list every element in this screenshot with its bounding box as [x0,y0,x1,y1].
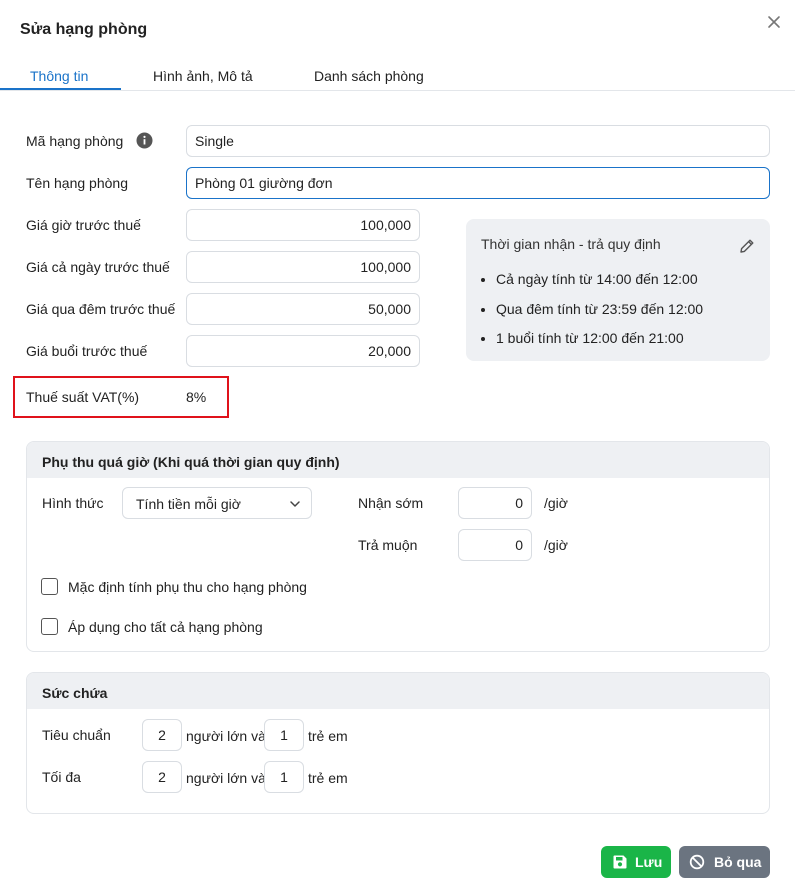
method-select[interactable]: Tính tiền mỗi giờ [122,487,312,519]
tab-room-list[interactable]: Danh sách phòng [314,68,424,84]
daily-price-input[interactable] [186,251,420,283]
room-name-input[interactable] [186,167,770,199]
daily-price-label: Giá cả ngày trước thuế [26,259,170,275]
tab-images-description[interactable]: Hình ảnh, Mô tả [153,68,253,84]
vat-value: 8% [186,389,207,405]
children-text: trẻ em [308,728,348,744]
pencil-icon[interactable] [738,237,756,255]
late-checkout-label: Trả muộn [358,537,418,553]
tab-bar: Thông tin Hình ảnh, Mô tả Danh sách phòn… [0,58,795,91]
hourly-price-label: Giá giờ trước thuế [26,217,141,233]
apply-all-checkbox[interactable] [41,618,58,635]
info-icon[interactable] [136,132,153,149]
rule-item: 1 buổi tính từ 12:00 đến 21:00 [496,329,703,359]
overnight-price-label: Giá qua đêm trước thuế [26,301,176,317]
apply-all-label: Áp dụng cho tất cả hạng phòng [68,619,263,635]
adults-text: người lớn và [186,728,266,744]
room-code-input[interactable] [186,125,770,157]
hourly-price-input[interactable] [186,209,420,241]
save-button-label: Lưu [635,854,663,870]
early-checkin-input[interactable] [458,487,532,519]
capacity-section: Sức chứa [26,672,770,814]
method-selected-value: Tính tiền mỗi giờ [136,496,241,512]
rules-list: Cả ngày tính từ 14:00 đến 12:00 Qua đêm … [496,270,703,359]
default-surcharge-label: Mặc định tính phụ thu cho hạng phòng [68,579,307,595]
default-surcharge-checkbox[interactable] [41,578,58,595]
checkin-checkout-rules-panel: Thời gian nhận - trả quy định Cả ngày tí… [466,219,770,361]
session-price-label: Giá buổi trước thuế [26,343,148,359]
standard-children-input[interactable] [264,719,304,751]
max-adults-input[interactable] [142,761,182,793]
early-unit: /giờ [544,495,568,511]
rule-item: Qua đêm tính từ 23:59 đến 12:00 [496,300,703,330]
save-button[interactable]: Lưu [601,846,671,878]
early-checkin-label: Nhận sớm [358,495,424,511]
dialog-title: Sửa hạng phòng [20,21,148,38]
method-label: Hình thức [42,495,104,511]
chevron-down-icon [290,501,300,507]
standard-capacity-label: Tiêu chuẩn [42,727,111,743]
capacity-title: Sức chứa [27,673,769,709]
standard-adults-input[interactable] [142,719,182,751]
active-tab-indicator [0,88,121,90]
adults-text: người lớn và [186,770,266,786]
room-name-label: Tên hạng phòng [26,175,128,191]
session-price-input[interactable] [186,335,420,367]
children-text: trẻ em [308,770,348,786]
room-code-label: Mã hạng phòng [26,133,124,149]
max-children-input[interactable] [264,761,304,793]
rule-item: Cả ngày tính từ 14:00 đến 12:00 [496,270,703,300]
vat-label: Thuế suất VAT(%) [26,389,140,405]
late-unit: /giờ [544,537,568,553]
surcharge-title: Phụ thu quá giờ (Khi quá thời gian quy đ… [27,442,769,478]
ban-icon [689,854,705,870]
tab-info[interactable]: Thông tin [30,68,88,84]
overnight-price-input[interactable] [186,293,420,325]
cancel-button-label: Bỏ qua [714,854,762,870]
close-icon[interactable] [764,12,784,32]
cancel-button[interactable]: Bỏ qua [679,846,770,878]
late-checkout-input[interactable] [458,529,532,561]
rules-title: Thời gian nhận - trả quy định [481,236,661,252]
save-icon [613,855,627,869]
max-capacity-label: Tối đa [42,769,81,785]
